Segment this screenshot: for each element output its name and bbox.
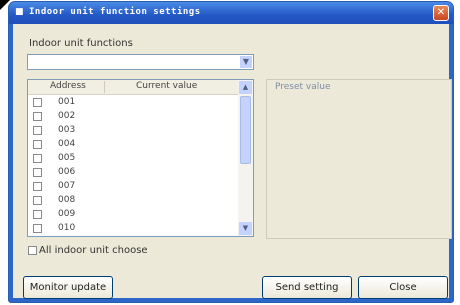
- all-indoor-unit-label: All indoor unit choose: [39, 245, 148, 256]
- row-address: 002: [58, 111, 76, 121]
- column-header-address[interactable]: Address: [50, 81, 86, 91]
- title-bar[interactable]: ■ Indoor unit function settings ✕: [9, 2, 453, 24]
- list-item[interactable]: 005: [28, 151, 238, 165]
- row-checkbox[interactable]: [33, 182, 42, 191]
- preset-value-label: Preset value: [275, 82, 331, 92]
- scrollbar-thumb[interactable]: [240, 96, 251, 164]
- list-item[interactable]: 008: [28, 193, 238, 207]
- row-checkbox[interactable]: [33, 154, 42, 163]
- all-indoor-unit-checkbox[interactable]: All indoor unit choose: [28, 245, 148, 256]
- row-address: 009: [58, 209, 76, 219]
- column-divider[interactable]: [104, 81, 105, 93]
- close-button[interactable]: Close: [358, 276, 448, 299]
- list-rows: 001 002 003 004 005 006 007 008 009 010: [28, 95, 238, 235]
- app-icon: ■: [15, 7, 24, 17]
- functions-label: Indoor unit functions: [29, 38, 133, 49]
- list-item[interactable]: 006: [28, 165, 238, 179]
- row-address: 005: [58, 153, 76, 163]
- row-checkbox[interactable]: [33, 210, 42, 219]
- list-header: Address Current value: [28, 80, 238, 95]
- functions-dropdown[interactable]: ▼: [27, 54, 254, 70]
- list-item[interactable]: 004: [28, 137, 238, 151]
- row-address: 008: [58, 195, 76, 205]
- row-checkbox[interactable]: [33, 168, 42, 177]
- settings-window: ■ Indoor unit function settings ✕ Indoor…: [8, 1, 454, 303]
- chevron-down-icon[interactable]: ▼: [240, 56, 252, 68]
- window-title: Indoor unit function settings: [29, 7, 201, 17]
- row-address: 004: [58, 139, 76, 149]
- arrow-down-icon[interactable]: ▼: [239, 222, 252, 235]
- column-header-current-value[interactable]: Current value: [136, 81, 197, 91]
- row-address: 001: [58, 97, 76, 107]
- row-checkbox[interactable]: [33, 140, 42, 149]
- list-item[interactable]: 003: [28, 123, 238, 137]
- row-address: 010: [58, 223, 76, 233]
- row-address: 006: [58, 167, 76, 177]
- arrow-up-icon[interactable]: ▲: [239, 81, 252, 94]
- row-checkbox[interactable]: [33, 112, 42, 121]
- row-checkbox[interactable]: [33, 126, 42, 135]
- monitor-update-button[interactable]: Monitor update: [23, 276, 113, 299]
- list-item[interactable]: 009: [28, 207, 238, 221]
- preset-value-panel: Preset value: [266, 79, 452, 239]
- vertical-scrollbar[interactable]: ▲ ▼: [238, 80, 253, 236]
- indoor-unit-list[interactable]: Address Current value 001 002 003 004 005 006…: [27, 79, 254, 237]
- row-checkbox[interactable]: [33, 98, 42, 107]
- list-item[interactable]: 002: [28, 109, 238, 123]
- list-item[interactable]: 001: [28, 95, 238, 109]
- checkbox-box[interactable]: [28, 245, 37, 255]
- list-item[interactable]: 010: [28, 221, 238, 235]
- send-setting-button[interactable]: Send setting: [262, 276, 352, 299]
- row-address: 007: [58, 181, 76, 191]
- row-address: 003: [58, 125, 76, 135]
- row-checkbox[interactable]: [33, 224, 42, 233]
- list-item[interactable]: 007: [28, 179, 238, 193]
- close-window-button[interactable]: ✕: [433, 5, 449, 21]
- row-checkbox[interactable]: [33, 196, 42, 205]
- window-content: Indoor unit functions ▼ Address Current …: [13, 24, 452, 299]
